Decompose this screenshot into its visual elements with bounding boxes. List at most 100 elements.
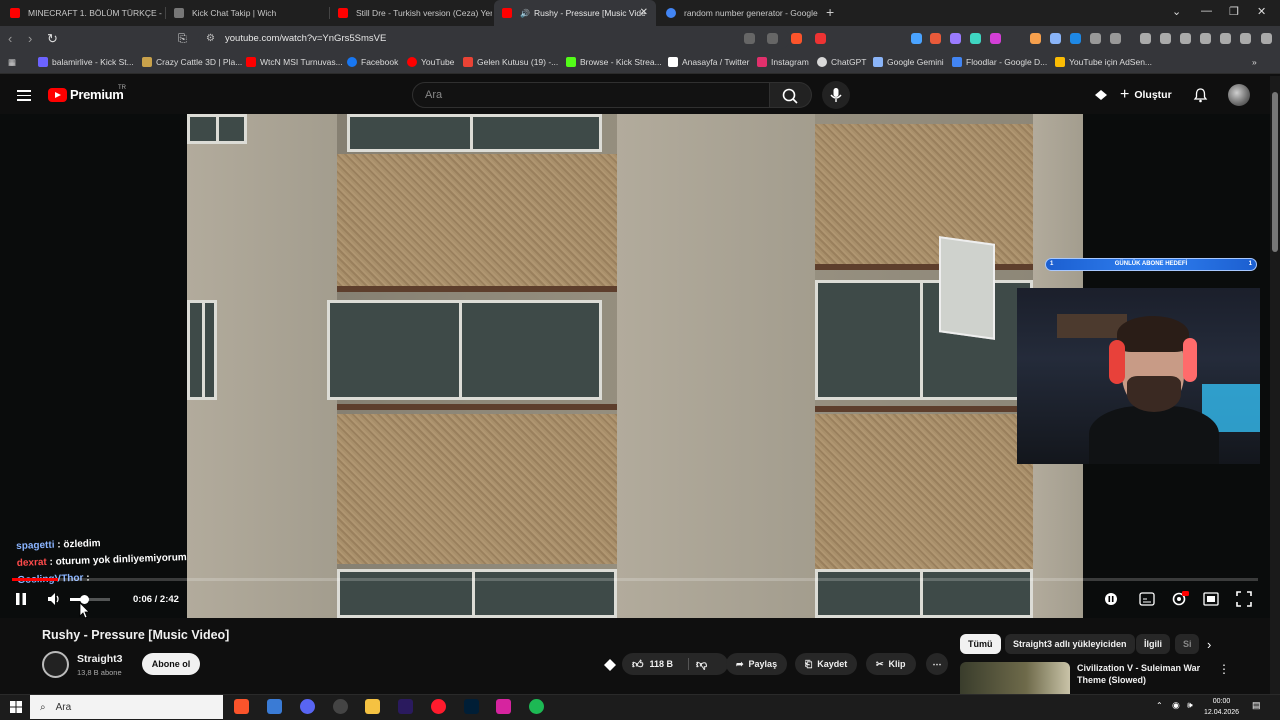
media-icon[interactable] — [1160, 33, 1171, 44]
bookmark-item[interactable]: Browse - Kick Strea... — [566, 57, 662, 67]
extensions-puzzle-icon[interactable] — [1090, 33, 1101, 44]
create-button[interactable]: + Oluştur — [1120, 86, 1172, 104]
browser-tab[interactable]: Kick Chat Takip | Wich — [166, 0, 328, 26]
extension-icon[interactable] — [990, 33, 1001, 44]
like-count[interactable]: 118 B — [650, 659, 674, 669]
recommendation-menu-icon[interactable]: ⋮ — [1218, 662, 1230, 676]
theater-mode-icon[interactable] — [1203, 592, 1219, 606]
browser-tab-active[interactable]: 🔊 Rushy - Pressure [Music Vide ✕ — [494, 0, 656, 26]
fullscreen-icon[interactable] — [1236, 591, 1252, 607]
download-icon[interactable] — [1140, 33, 1151, 44]
bookmark-icon[interactable]: ⎘ — [178, 32, 187, 46]
photoshop-icon[interactable] — [464, 699, 479, 714]
tray-chevron-icon[interactable]: ⌃ — [1156, 701, 1163, 710]
volume-slider[interactable] — [70, 595, 110, 604]
wallet-icon[interactable] — [1200, 33, 1211, 44]
subscribe-button[interactable]: Abone ol — [142, 653, 200, 675]
chip-related[interactable]: İlgili — [1136, 634, 1170, 654]
extension-icon[interactable] — [1110, 33, 1121, 44]
browser-tab[interactable]: random number generator - Google — [658, 0, 822, 26]
windows-start-icon[interactable] — [10, 701, 22, 713]
autoplay-toggle-icon[interactable] — [1104, 592, 1118, 606]
bookmark-item[interactable]: Instagram — [757, 57, 809, 67]
extension-icon[interactable] — [1030, 33, 1041, 44]
volume-icon[interactable] — [46, 591, 62, 607]
notification-center-icon[interactable]: ▤ — [1252, 700, 1261, 711]
apps-grid-icon[interactable]: ▦ — [8, 57, 16, 68]
youtube-logo-icon[interactable] — [48, 88, 67, 102]
taskbar-clock[interactable]: 00:00 12.04.2026 — [1204, 696, 1239, 718]
file-explorer-icon[interactable] — [365, 699, 380, 714]
reload-icon[interactable]: ↻ — [47, 32, 58, 46]
app-icon[interactable] — [333, 699, 348, 714]
clip-button[interactable]: ✂ Klip — [866, 653, 916, 675]
bookmark-item[interactable]: YouTube için AdSen... — [1055, 57, 1152, 67]
instagram-app-icon[interactable] — [496, 699, 511, 714]
settings-gear-icon[interactable] — [1171, 591, 1189, 607]
bookmark-item[interactable]: Crazy Cattle 3D | Pla... — [142, 57, 242, 67]
chips-next-icon[interactable]: › — [1207, 637, 1211, 652]
new-tab-icon[interactable]: + — [826, 4, 834, 20]
tray-app-icon[interactable]: ◉ — [1172, 700, 1180, 711]
taskbar-search[interactable]: ⌕ Ara — [30, 695, 223, 719]
ask-ai-icon[interactable] — [602, 657, 618, 673]
cast-connect-icon[interactable] — [1093, 88, 1109, 102]
sidebar-icon[interactable] — [1180, 33, 1191, 44]
bookmarks-overflow-icon[interactable]: » — [1252, 57, 1257, 67]
restore-icon[interactable]: ❐ — [1229, 5, 1239, 18]
brave-app-icon[interactable] — [234, 699, 249, 714]
vpn-icon[interactable] — [1240, 33, 1251, 44]
spotify-app-icon[interactable] — [529, 699, 544, 714]
share-icon[interactable] — [767, 33, 778, 44]
notifications-bell-icon[interactable] — [1193, 87, 1208, 103]
extension-icon[interactable] — [930, 33, 941, 44]
extension-icon[interactable] — [911, 33, 922, 44]
progress-bar[interactable] — [12, 578, 1258, 581]
extension-icon[interactable] — [1050, 33, 1061, 44]
brave-shield-icon[interactable] — [791, 33, 802, 44]
recommendation-title[interactable]: Civilization V - Suleiman War Theme (Slo… — [1077, 662, 1217, 686]
dislike-icon[interactable]: 👎︎ — [696, 658, 707, 671]
minimize-icon[interactable]: — — [1201, 5, 1212, 17]
bookmark-item[interactable]: ChatGPT — [817, 57, 866, 67]
share-button[interactable]: ➦ Paylaş — [726, 653, 788, 675]
account-avatar[interactable] — [1228, 84, 1250, 106]
forward-icon[interactable]: › — [28, 32, 32, 46]
tab-search-icon[interactable]: ⌄ — [1172, 5, 1181, 18]
pause-icon[interactable] — [14, 591, 28, 607]
extension-icon[interactable] — [950, 33, 961, 44]
bookmark-item[interactable]: Google Gemini — [873, 57, 944, 67]
voice-search-button[interactable] — [822, 81, 850, 109]
audio-playing-icon[interactable]: 🔊 — [520, 9, 530, 18]
menu-icon[interactable] — [1261, 33, 1272, 44]
extension-icon[interactable] — [970, 33, 981, 44]
youtube-brand-label[interactable]: Premium — [70, 87, 124, 102]
url-text[interactable]: youtube.com/watch?v=YnGrs5SmsVE — [225, 33, 386, 44]
chip-all[interactable]: Tümü — [960, 634, 1001, 654]
scrollbar-thumb[interactable] — [1272, 92, 1278, 252]
guide-menu-icon[interactable] — [17, 90, 31, 101]
chip-from-uploader[interactable]: Straight3 adlı yükleyiciden — [1005, 634, 1135, 654]
like-icon[interactable]: 👍︎ — [632, 658, 644, 671]
channel-avatar[interactable] — [42, 651, 69, 678]
save-button[interactable]: ⎗ Kaydet — [795, 653, 858, 675]
bookmark-item[interactable]: Gelen Kutusu (19) -... — [463, 57, 558, 67]
search-button[interactable] — [770, 82, 812, 108]
bookmark-item[interactable]: Facebook — [347, 57, 398, 67]
rewards-icon[interactable] — [815, 33, 826, 44]
premiere-pro-icon[interactable] — [398, 699, 413, 714]
extension-icon[interactable] — [1070, 33, 1081, 44]
site-info-icon[interactable]: ⚙ — [206, 32, 215, 46]
browser-tab[interactable]: MINECRAFT 1. BÖLÜM TÜRKÇE - You — [2, 0, 164, 26]
bookmark-item[interactable]: balamirlive - Kick St... — [38, 57, 134, 67]
bookmark-item[interactable]: Anasayfa / Twitter — [668, 57, 749, 67]
search-input[interactable] — [412, 82, 770, 108]
browser-tab[interactable]: Still Dre - Turkish version (Ceza) Yerli — [330, 0, 492, 26]
cast-icon[interactable] — [744, 33, 755, 44]
close-window-icon[interactable]: ✕ — [1257, 5, 1266, 18]
speaker-icon[interactable]: 🕪︎ — [1187, 700, 1193, 711]
app-icon[interactable] — [267, 699, 282, 714]
leo-icon[interactable] — [1220, 33, 1231, 44]
channel-name[interactable]: Straight3 — [77, 653, 123, 665]
bookmark-item[interactable]: WtcN MSI Turnuvas... — [246, 57, 343, 67]
